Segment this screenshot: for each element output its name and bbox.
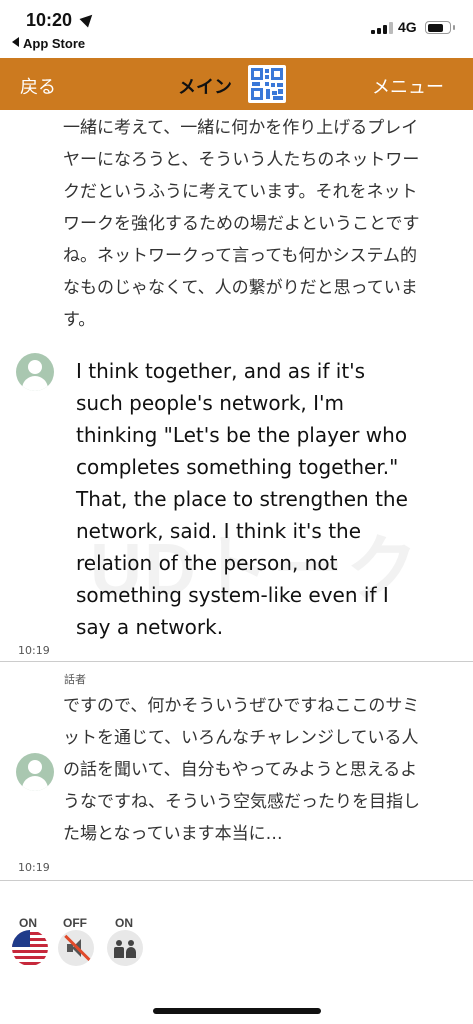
line: say a network. [76,615,224,639]
line: ですので、何かそういうぜひですねここのサミ [63,696,420,716]
line: I think together, and as if it's [76,359,366,383]
line: ヤーになろうと、そういう人たちのネットワー [63,150,420,170]
line: なものじゃなくて、人の繋がりだと思っていま [63,278,418,298]
nav-bar: 戻る メイン メニュー [0,58,473,110]
line: ね。ネットワークって言っても何かシステム的 [63,246,417,266]
line: の話を聞いて、自分もやってみようと思えるよ [63,760,418,780]
kids-toggle-state: ON [115,916,133,930]
line: た場となっています本当に… [63,824,283,844]
status-time: 10:20 [26,10,73,30]
line: something system-like even if I [76,583,389,607]
menu-button[interactable]: メニュー [372,73,444,99]
divider [0,661,473,662]
us-flag-icon[interactable] [12,930,48,966]
line: That, the place to strengthen the [76,487,408,511]
qr-code-icon[interactable] [248,65,286,103]
line: thinking "Let's be the player who [76,423,408,447]
line: relation of the person, not [76,551,338,575]
message-timestamp: 10:19 [18,861,50,874]
back-button[interactable]: 戻る [20,73,56,99]
toolbar-divider [0,880,473,881]
line: 一緒に考えて、一緒に何かを作り上げるプレイ [63,118,419,138]
line: うなですね、そういう空気感だったりを目指し [63,792,420,812]
cellular-signal-icon [371,22,393,34]
battery-icon [425,21,455,34]
back-to-app-store[interactable]: App Store [12,36,85,51]
message-jp-3: ですので、何かそういうぜひですねここのサミ ットを通じて、いろんなチャレンジして… [63,690,443,850]
kids-icon[interactable] [107,930,143,966]
avatar [16,353,54,391]
status-bar: 10:20 App Store 4G [0,0,473,58]
network-type: 4G [398,19,417,35]
line: network, said. I think it's the [76,519,362,543]
line: クだというふうに考えています。それをネット [63,182,418,202]
location-arrow-icon [79,10,97,28]
line: ットを通じて、いろんなチャレンジしている人 [63,728,419,748]
transcript-area[interactable]: UDトーク 一緒に考えて、一緒に何かを作り上げるプレイ ヤーになろうと、そういう… [0,110,473,880]
avatar [16,753,54,791]
home-indicator [153,1008,321,1014]
english-toggle-state: ON [19,916,37,930]
line: such people's network, I'm [76,391,345,415]
speaker-label: 話者 [64,673,86,686]
page-title: メイン [178,77,232,98]
back-triangle-icon [12,37,19,47]
audio-toggle-state: OFF [63,916,87,930]
message-jp-1: 一緒に考えて、一緒に何かを作り上げるプレイ ヤーになろうと、そういう人たちのネッ… [63,112,443,336]
line: completes something together." [76,455,399,479]
line: ワークを強化するための場だよということです [63,214,420,234]
speaker-muted-icon[interactable] [58,930,94,966]
message-en-2: I think together, and as if it's such pe… [76,355,446,643]
back-app-label: App Store [23,36,86,51]
line: す。 [63,310,96,330]
message-timestamp: 10:19 [18,644,50,657]
